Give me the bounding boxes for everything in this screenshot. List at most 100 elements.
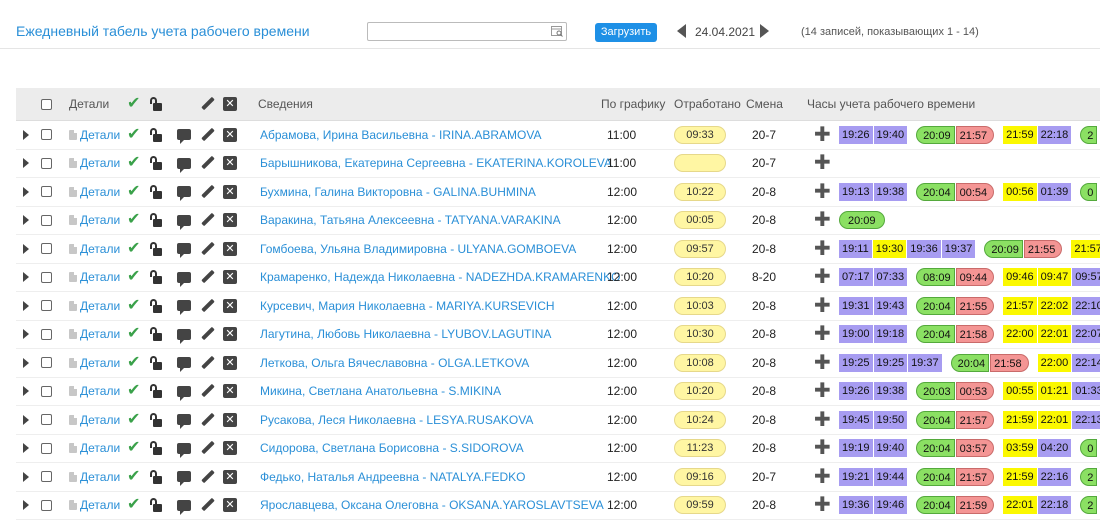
- approve-icon[interactable]: ✔: [127, 383, 140, 399]
- time-tag[interactable]: 19:46: [874, 496, 908, 514]
- comment-icon[interactable]: [177, 329, 191, 340]
- row-checkbox[interactable]: [41, 243, 52, 254]
- delete-icon[interactable]: ✕: [223, 441, 237, 455]
- time-tag[interactable]: 21:59: [956, 496, 995, 514]
- expand-row-icon[interactable]: [23, 358, 29, 368]
- expand-row-icon[interactable]: [23, 130, 29, 140]
- unlock-icon[interactable]: [149, 356, 161, 370]
- delete-icon[interactable]: ✕: [223, 270, 237, 284]
- delete-icon[interactable]: ✕: [223, 413, 237, 427]
- row-checkbox[interactable]: [41, 272, 52, 283]
- time-tag[interactable]: 22:01: [1038, 325, 1072, 343]
- approve-icon[interactable]: ✔: [127, 440, 140, 456]
- approve-icon[interactable]: ✔: [127, 155, 140, 171]
- time-tag[interactable]: 19:38: [874, 183, 908, 201]
- time-tag[interactable]: 20:04: [916, 183, 955, 201]
- time-tag[interactable]: 22:16: [1038, 468, 1072, 486]
- time-tag[interactable]: 21:57: [956, 411, 995, 429]
- add-time-icon[interactable]: ✚: [814, 438, 831, 458]
- row-checkbox[interactable]: [41, 300, 52, 311]
- edit-icon[interactable]: [201, 498, 215, 512]
- edit-icon[interactable]: [201, 213, 215, 227]
- row-checkbox[interactable]: [41, 357, 52, 368]
- select-all-checkbox[interactable]: [41, 99, 52, 110]
- edit-icon[interactable]: [201, 156, 215, 170]
- approve-icon[interactable]: ✔: [127, 355, 140, 371]
- comment-icon[interactable]: [177, 414, 191, 425]
- time-tag[interactable]: 22:07: [1072, 325, 1100, 343]
- time-tag[interactable]: 21:57: [956, 468, 995, 486]
- approve-icon[interactable]: ✔: [127, 269, 140, 285]
- add-time-icon[interactable]: ✚: [814, 324, 831, 344]
- expand-row-icon[interactable]: [23, 386, 29, 396]
- expand-row-icon[interactable]: [23, 329, 29, 339]
- details-link[interactable]: Детали: [80, 498, 120, 512]
- unlock-icon[interactable]: [149, 441, 161, 455]
- time-tag[interactable]: 19:40: [874, 126, 908, 144]
- time-tag[interactable]: 20:04: [916, 297, 955, 315]
- time-tag[interactable]: 09:44: [956, 268, 995, 286]
- delete-icon[interactable]: ✕: [223, 498, 237, 512]
- row-checkbox[interactable]: [41, 329, 52, 340]
- edit-icon[interactable]: [201, 299, 215, 313]
- time-tag[interactable]: 19:18: [874, 325, 908, 343]
- edit-icon[interactable]: [201, 185, 215, 199]
- expand-row-icon[interactable]: [23, 272, 29, 282]
- time-tag[interactable]: 19:37: [908, 354, 942, 372]
- time-tag[interactable]: 21:55: [956, 297, 995, 315]
- expand-row-icon[interactable]: [23, 215, 29, 225]
- time-tag[interactable]: 22:01: [1038, 411, 1072, 429]
- details-link[interactable]: Детали: [80, 441, 120, 455]
- time-tag[interactable]: 22:13: [1072, 411, 1100, 429]
- time-tag[interactable]: 2: [1080, 468, 1097, 486]
- row-checkbox[interactable]: [41, 471, 52, 482]
- time-tag[interactable]: 22:10: [1072, 297, 1100, 315]
- time-tag[interactable]: 20:09: [839, 211, 885, 229]
- time-tag[interactable]: 20:04: [916, 496, 955, 514]
- time-tag[interactable]: 21:59: [1003, 468, 1037, 486]
- row-checkbox[interactable]: [41, 414, 52, 425]
- delete-icon[interactable]: ✕: [223, 470, 237, 484]
- unlock-all-icon[interactable]: [149, 97, 161, 111]
- add-time-icon[interactable]: ✚: [814, 125, 831, 145]
- previous-date-icon[interactable]: [677, 24, 686, 38]
- time-tag[interactable]: 00:56: [1003, 183, 1037, 201]
- time-tag[interactable]: 21:55: [1024, 240, 1063, 258]
- employee-name-link[interactable]: Леткова, Ольга Вячеславовна - OLGA.LETKO…: [260, 356, 529, 370]
- comment-icon[interactable]: [177, 243, 191, 254]
- employee-name-link[interactable]: Ярославцева, Оксана Олеговна - OKSANA.YA…: [260, 498, 604, 512]
- delete-icon[interactable]: ✕: [223, 185, 237, 199]
- unlock-icon[interactable]: [149, 498, 161, 512]
- comment-icon[interactable]: [177, 471, 191, 482]
- approve-icon[interactable]: ✔: [127, 127, 140, 143]
- details-link[interactable]: Детали: [80, 185, 120, 199]
- time-tag[interactable]: 20:09: [916, 126, 955, 144]
- expand-row-icon[interactable]: [23, 472, 29, 482]
- time-tag[interactable]: 19:25: [839, 354, 873, 372]
- employee-name-link[interactable]: Барышникова, Екатерина Сергеевна - EKATE…: [260, 156, 612, 170]
- time-tag[interactable]: 19:36: [839, 496, 873, 514]
- add-time-icon[interactable]: ✚: [814, 467, 831, 487]
- add-time-icon[interactable]: ✚: [814, 210, 831, 230]
- add-time-icon[interactable]: ✚: [814, 239, 831, 259]
- edit-icon[interactable]: [201, 242, 215, 256]
- comment-icon[interactable]: [177, 272, 191, 283]
- search-input[interactable]: [367, 22, 567, 41]
- expand-row-icon[interactable]: [23, 415, 29, 425]
- expand-row-icon[interactable]: [23, 244, 29, 254]
- time-tag[interactable]: 00:54: [956, 183, 995, 201]
- approve-all-icon[interactable]: ✔: [127, 96, 140, 112]
- edit-icon[interactable]: [201, 441, 215, 455]
- time-tag[interactable]: 22:00: [1038, 354, 1072, 372]
- delete-all-icon[interactable]: ✕: [223, 97, 237, 111]
- time-tag[interactable]: 22:01: [1003, 496, 1037, 514]
- time-tag[interactable]: 19:31: [839, 297, 873, 315]
- time-tag[interactable]: 00:53: [956, 382, 995, 400]
- time-tag[interactable]: 21:57: [1003, 297, 1037, 315]
- time-tag[interactable]: 19:50: [874, 411, 908, 429]
- time-tag[interactable]: 21:59: [1003, 411, 1037, 429]
- details-link[interactable]: Детали: [80, 327, 120, 341]
- time-tag[interactable]: 20:03: [916, 382, 955, 400]
- time-tag[interactable]: 19:44: [874, 468, 908, 486]
- row-checkbox[interactable]: [41, 386, 52, 397]
